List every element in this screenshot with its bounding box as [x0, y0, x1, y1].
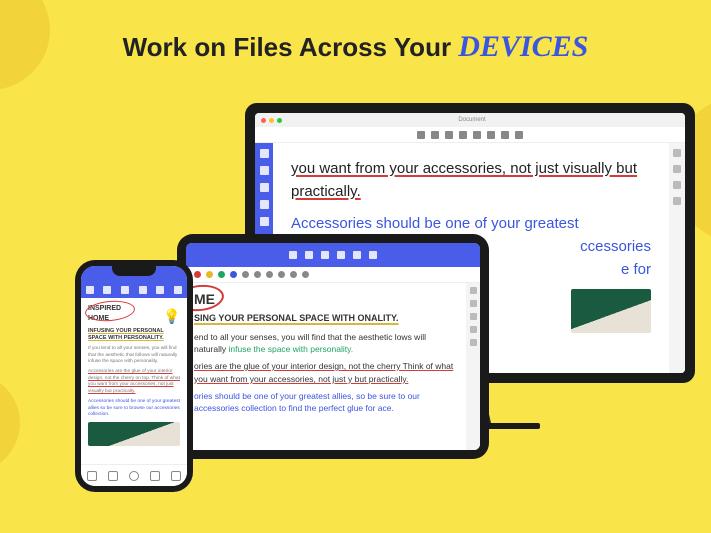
tool-icon[interactable] [515, 131, 523, 139]
tool-icon[interactable] [369, 251, 377, 259]
tool-icon[interactable] [302, 271, 309, 278]
bg-ring-left [0, 373, 20, 473]
headline-accent: DEVICES [458, 30, 588, 63]
annotation-toolbar [186, 267, 480, 283]
window-title: Document [285, 117, 679, 123]
tool-icon[interactable] [266, 271, 273, 278]
tool-icon[interactable] [254, 271, 261, 278]
doc-subheading: INFUSING YOUR PERSONAL SPACE WITH PERSON… [88, 328, 180, 343]
tool-icon[interactable] [278, 271, 285, 278]
tablet-device: ME SING YOUR PERSONAL SPACE WITH ONALITY… [177, 234, 489, 459]
doc-line-highlight: Accessories should be one of your greate… [291, 212, 651, 235]
doc-image [88, 422, 180, 446]
maximize-icon[interactable] [277, 118, 282, 123]
tool-icon[interactable] [417, 131, 425, 139]
sidebar-icon[interactable] [673, 149, 681, 157]
nav-icon[interactable] [150, 471, 160, 481]
doc-paragraph-highlight: Accessories should be one of your greate… [88, 399, 180, 419]
tool-icon[interactable] [487, 131, 495, 139]
tool-icon[interactable] [445, 131, 453, 139]
sidebar-icon[interactable] [673, 181, 681, 189]
phone-app: 💡 INSPIRED HOME INFUSING YOUR PERSONAL S… [81, 266, 187, 486]
tool-icon[interactable] [305, 251, 313, 259]
sidebar-icon[interactable] [470, 300, 477, 307]
window-titlebar: Document [255, 113, 685, 127]
tool-icon[interactable] [156, 286, 164, 294]
tool-icon[interactable] [353, 251, 361, 259]
back-icon[interactable] [86, 286, 94, 294]
tool-icon[interactable] [459, 131, 467, 139]
doc-heading: INSPIRED HOME [88, 303, 121, 325]
sidebar-icon[interactable] [673, 197, 681, 205]
sidebar-icon[interactable] [470, 313, 477, 320]
tablet-document: ME SING YOUR PERSONAL SPACE WITH ONALITY… [186, 283, 466, 450]
tool-icon[interactable] [473, 131, 481, 139]
doc-subheading: SING YOUR PERSONAL SPACE WITH ONALITY. [194, 312, 456, 326]
sidebar-icon[interactable] [673, 165, 681, 173]
phone-notch [112, 266, 156, 276]
doc-paragraph-underlined: ories are the glue of your interior desi… [194, 360, 456, 386]
sidebar-icon[interactable] [260, 183, 269, 192]
color-blue-icon[interactable] [230, 271, 237, 278]
lightbulb-icon: 💡 [163, 308, 179, 324]
toolbar [255, 127, 685, 143]
headline: Work on Files Across Your DEVICES [0, 30, 711, 64]
tool-icon[interactable] [321, 251, 329, 259]
close-icon[interactable] [261, 118, 266, 123]
sidebar-icon[interactable] [260, 217, 269, 226]
sidebar-icon[interactable] [470, 287, 477, 294]
tool-icon[interactable] [139, 286, 147, 294]
phone-bottom-nav [81, 464, 187, 486]
nav-icon[interactable] [87, 471, 97, 481]
tool-icon[interactable] [242, 271, 249, 278]
doc-paragraph-underlined: Accessories are the glue of your interio… [88, 369, 180, 396]
tool-icon[interactable] [290, 271, 297, 278]
doc-line-underlined: you want from your accessories, not just… [291, 157, 651, 204]
tool-icon[interactable] [431, 131, 439, 139]
doc-paragraph: end to all your senses, you will find th… [194, 331, 456, 357]
doc-heading: ME [194, 289, 215, 310]
sidebar-icon[interactable] [470, 339, 477, 346]
color-green-icon[interactable] [218, 271, 225, 278]
doc-paragraph-highlight: ories should be one of your greatest all… [194, 390, 456, 416]
headline-main: Work on Files Across Your [123, 32, 459, 62]
tablet-toolbar [186, 243, 480, 267]
tool-icon[interactable] [501, 131, 509, 139]
nav-home-icon[interactable] [129, 471, 139, 481]
sidebar-icon[interactable] [260, 200, 269, 209]
more-icon[interactable] [174, 286, 182, 294]
doc-image [571, 289, 651, 333]
phone-device: 💡 INSPIRED HOME INFUSING YOUR PERSONAL S… [75, 260, 193, 492]
right-sidebar [669, 143, 685, 373]
tool-icon[interactable] [103, 286, 111, 294]
sidebar-icon[interactable] [260, 166, 269, 175]
nav-icon[interactable] [108, 471, 118, 481]
minimize-icon[interactable] [269, 118, 274, 123]
color-red-icon[interactable] [194, 271, 201, 278]
tool-icon[interactable] [289, 251, 297, 259]
tool-icon[interactable] [121, 286, 129, 294]
tablet-app: ME SING YOUR PERSONAL SPACE WITH ONALITY… [186, 243, 480, 450]
doc-paragraph: If you tend to all your senses, you will… [88, 346, 180, 366]
nav-icon[interactable] [171, 471, 181, 481]
color-yellow-icon[interactable] [206, 271, 213, 278]
tool-icon[interactable] [337, 251, 345, 259]
sidebar-icon[interactable] [470, 326, 477, 333]
sidebar-icon[interactable] [260, 149, 269, 158]
tablet-sidebar [466, 283, 480, 450]
